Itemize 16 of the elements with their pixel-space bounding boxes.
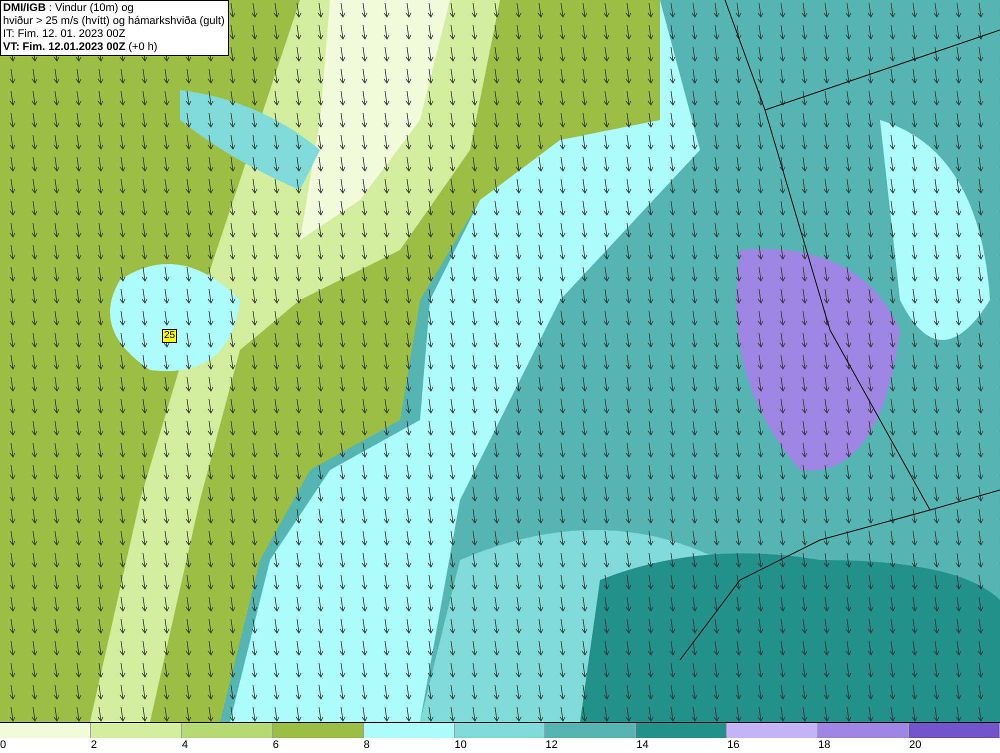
legend-label: 4 <box>182 738 188 753</box>
legend-label: 2 <box>90 738 98 753</box>
gust-marker: 25 <box>162 329 178 343</box>
legend-label: 18 <box>818 738 830 753</box>
legend-label: 16 <box>727 738 740 753</box>
legend-label: 12 <box>545 738 558 753</box>
title-line: IT: Fim. 12. 01. 2023 00Z <box>3 28 126 41</box>
legend-label: 0 <box>0 738 6 753</box>
legend-label: 6 <box>272 738 279 753</box>
legend-label: 14 <box>636 738 649 753</box>
legend-label: 20 <box>909 738 922 753</box>
legend-label: 10 <box>454 738 467 753</box>
title-line: hviður > 25 m/s (hvítt) og hámarkshviða (gult) <box>3 15 226 28</box>
title-line: VT: Fim. 12.01.2023 00Z (+0 h) <box>3 41 158 54</box>
legend-label: 8 <box>364 738 370 753</box>
title-line: DMI/IGB : Vindur (10m) og <box>3 2 135 15</box>
